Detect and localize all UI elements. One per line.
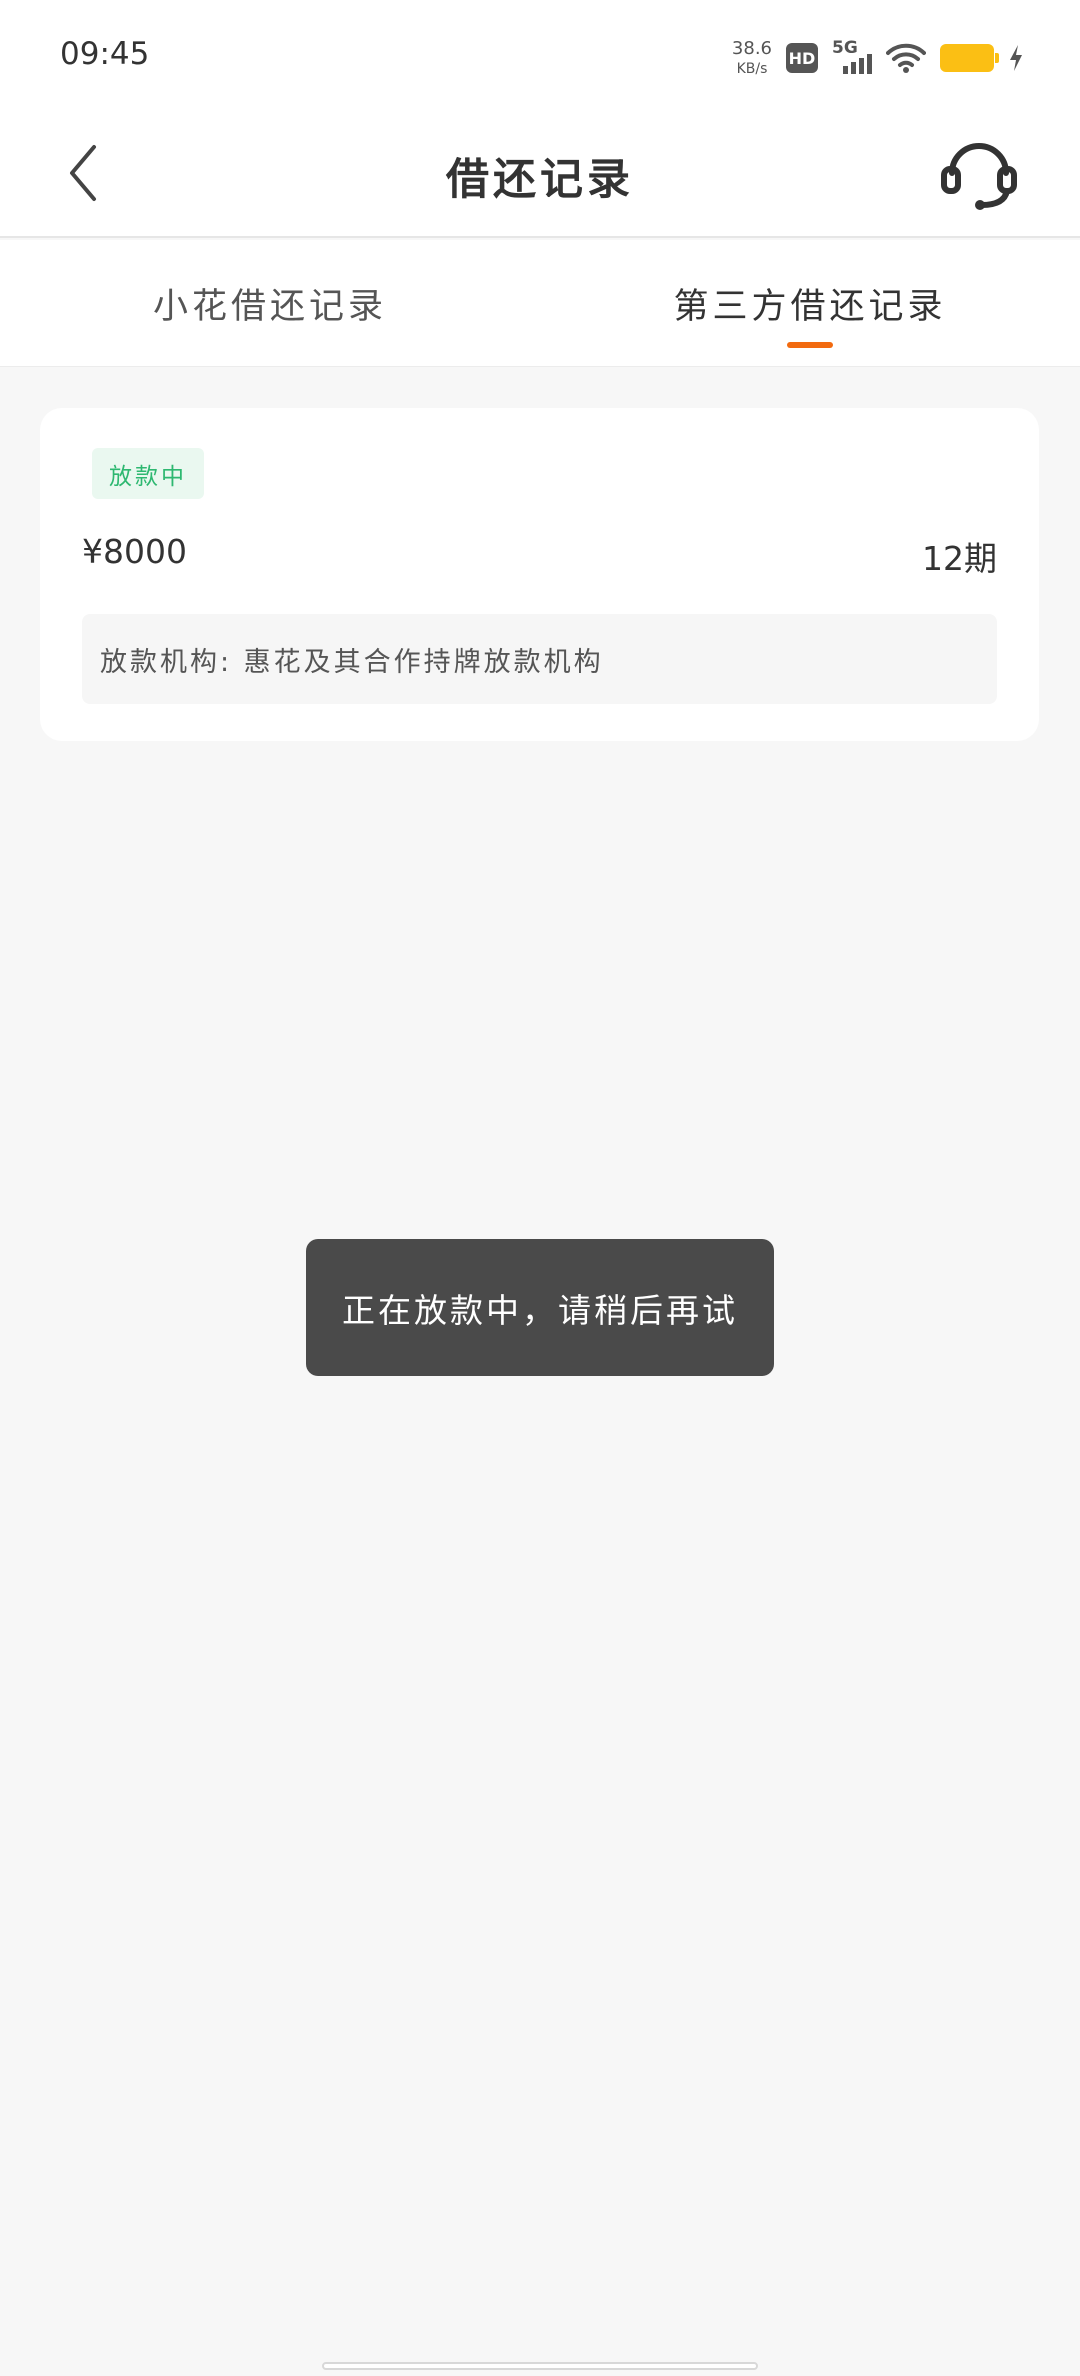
headset-icon <box>941 143 1017 210</box>
network-speed-unit: KB/s <box>736 61 768 77</box>
record-tabs: 小花借还记录 第三方借还记录 <box>0 240 1080 367</box>
screen: 09:45 38.6 KB/s HD 5G 借还记录 小花借还记录 第三方借还记… <box>0 0 1080 2376</box>
status-icons: 38.6 KB/s HD 5G <box>732 36 1024 80</box>
network-speed-value: 38.6 <box>731 38 772 59</box>
status-time: 09:45 <box>60 36 150 72</box>
nav-bar: 借还记录 <box>0 115 1080 238</box>
battery-icon <box>940 44 999 72</box>
page-title: 借还记录 <box>446 155 634 205</box>
loan-amount: ¥8000 <box>82 532 187 571</box>
wifi-icon <box>886 43 926 73</box>
lender-text: 放款机构: 惠花及其合作持牌放款机构 <box>100 646 604 678</box>
charging-icon <box>1010 45 1022 71</box>
active-tab-indicator <box>787 342 833 348</box>
tab-label: 第三方借还记录 <box>673 286 947 327</box>
loan-record-card[interactable]: 放款中 ¥8000 12期 放款机构: 惠花及其合作持牌放款机构 <box>40 408 1039 741</box>
customer-service-button[interactable] <box>938 131 1020 213</box>
cellular-signal-icon: 5G <box>832 40 872 76</box>
tab-third-party-records[interactable]: 第三方借还记录 <box>540 240 1080 366</box>
lender-info: 放款机构: 惠花及其合作持牌放款机构 <box>82 614 997 704</box>
network-speed: 38.6 KB/s <box>731 38 772 77</box>
home-indicator[interactable] <box>322 2362 758 2370</box>
loan-periods: 12期 <box>922 539 997 578</box>
toast-message: 正在放款中，请稍后再试 <box>306 1239 774 1376</box>
tab-label: 小花借还记录 <box>152 286 387 327</box>
status-bar: 09:45 38.6 KB/s HD 5G <box>0 0 1080 115</box>
status-badge: 放款中 <box>92 448 204 499</box>
tab-xiaohua-records[interactable]: 小花借还记录 <box>0 240 540 366</box>
toast-text: 正在放款中，请稍后再试 <box>342 1290 738 1330</box>
hd-icon: HD <box>786 43 818 73</box>
